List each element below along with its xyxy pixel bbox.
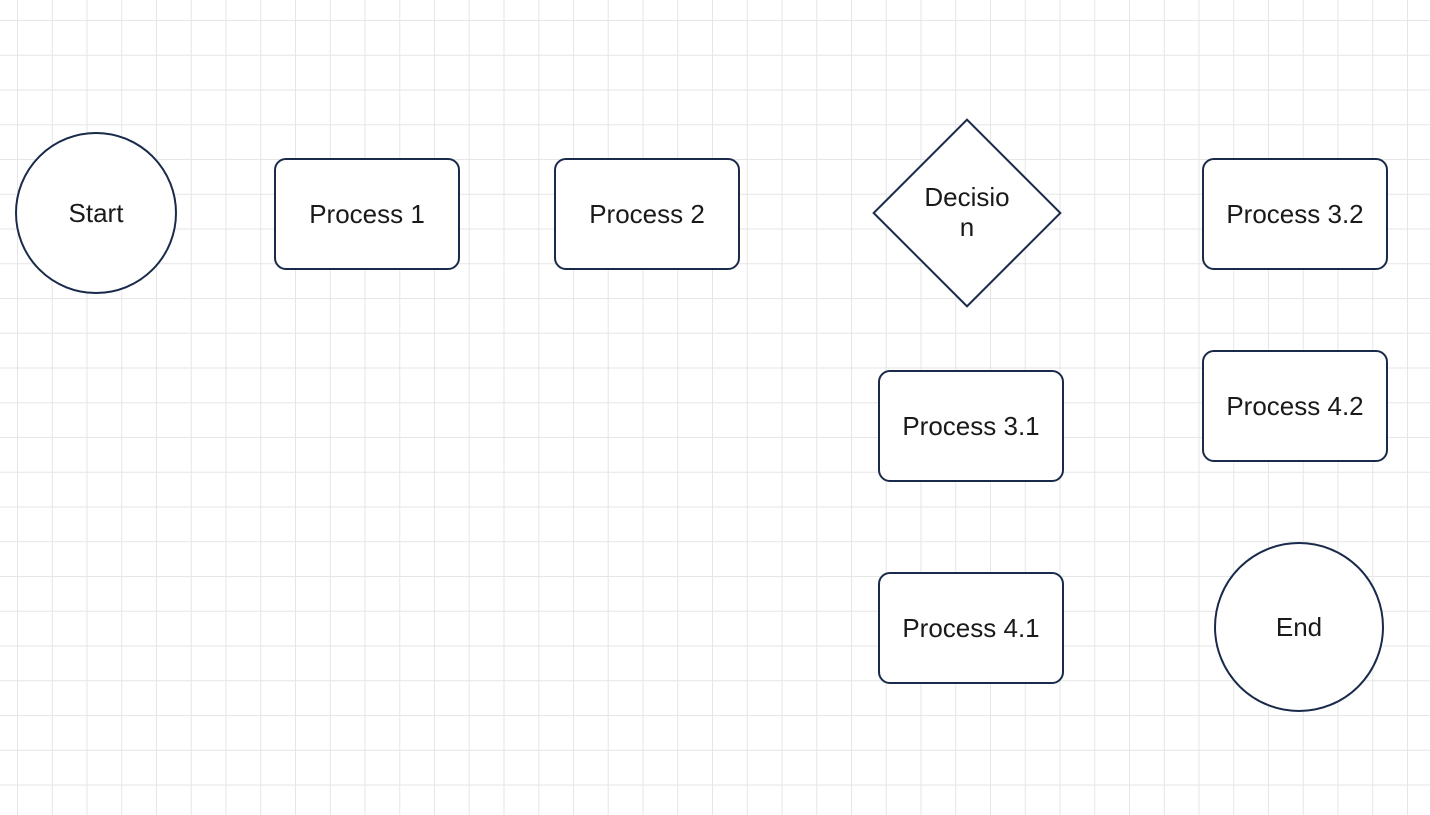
node-process-4-2-label: Process 4.2 — [1226, 391, 1363, 422]
node-end-label: End — [1276, 612, 1322, 643]
node-process-3-2[interactable]: Process 3.2 — [1202, 158, 1388, 270]
node-process-4-1-label: Process 4.1 — [902, 613, 1039, 644]
node-process-1[interactable]: Process 1 — [274, 158, 460, 270]
node-process-2-label: Process 2 — [589, 199, 705, 230]
node-process-2[interactable]: Process 2 — [554, 158, 740, 270]
node-end[interactable]: End — [1214, 542, 1384, 712]
node-start[interactable]: Start — [15, 132, 177, 294]
node-process-4-1[interactable]: Process 4.1 — [878, 572, 1064, 684]
node-process-3-1[interactable]: Process 3.1 — [878, 370, 1064, 482]
node-start-label: Start — [69, 198, 124, 229]
node-decision[interactable]: Decision — [900, 146, 1034, 280]
node-process-3-2-label: Process 3.2 — [1226, 199, 1363, 230]
node-process-3-1-label: Process 3.1 — [902, 411, 1039, 442]
node-decision-label: Decision — [922, 183, 1012, 243]
node-process-4-2[interactable]: Process 4.2 — [1202, 350, 1388, 462]
diagram-canvas[interactable]: Start Process 1 Process 2 Decision Proce… — [0, 0, 1430, 815]
node-process-1-label: Process 1 — [309, 199, 425, 230]
